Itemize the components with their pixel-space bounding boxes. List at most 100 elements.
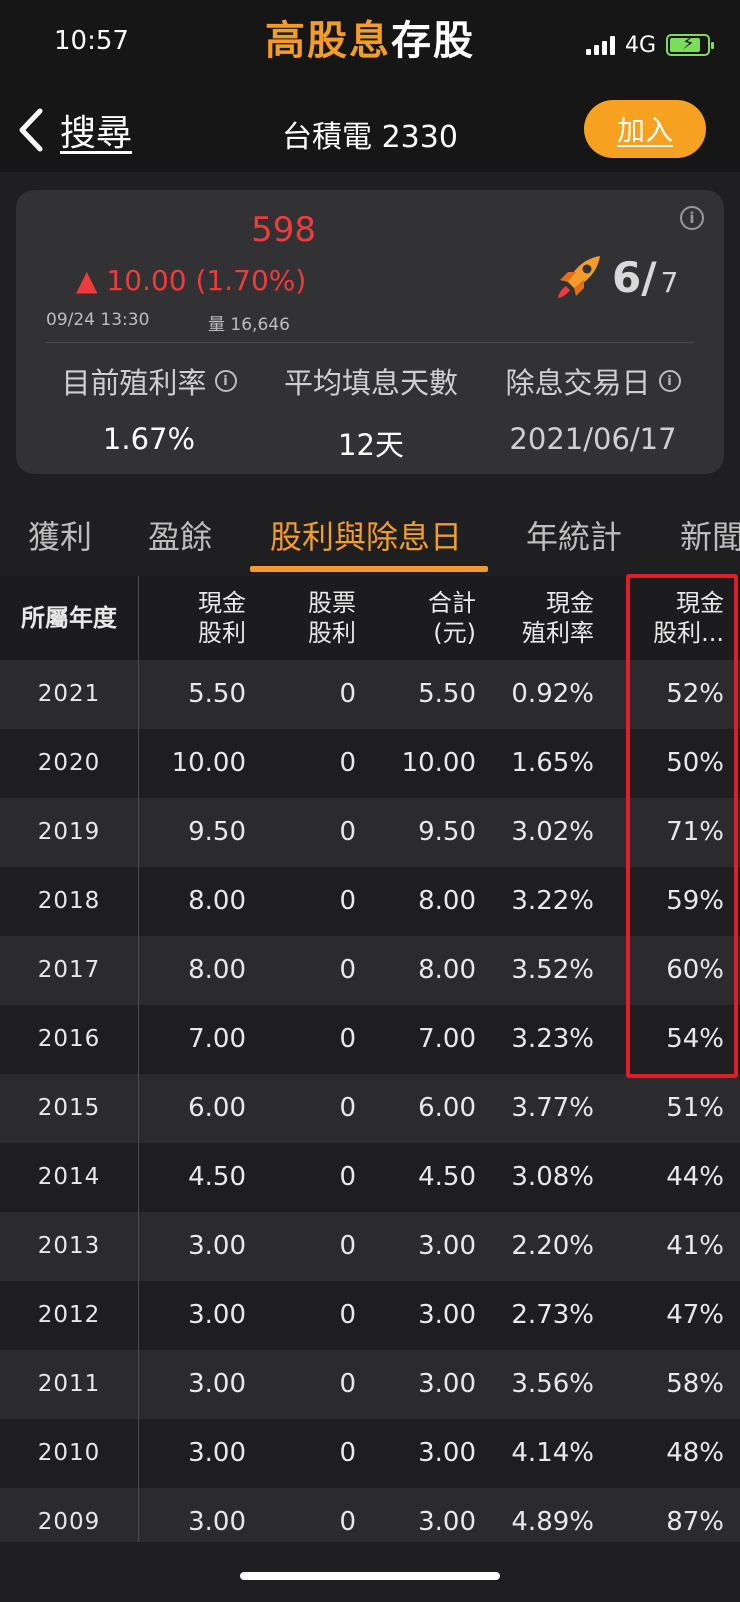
cell-total: 4.50 (418, 1162, 476, 1192)
cell-cash-dividend: 8.00 (188, 955, 246, 985)
score-total: 7 (660, 265, 679, 299)
cell-stock-dividend: 0 (339, 1231, 356, 1261)
nav-bar: 搜尋 台積電 2330 加入 (0, 92, 740, 172)
cell-stock-dividend: 0 (339, 1024, 356, 1054)
table-row[interactable]: 2020 10.00 0 10.00 1.65% 50% (0, 729, 740, 798)
cell-stock-dividend: 0 (339, 748, 356, 778)
table-row[interactable]: 2015 6.00 0 6.00 3.77% 51% (0, 1074, 740, 1143)
cell-year: 2010 (37, 1440, 101, 1466)
cell-year: 2020 (37, 750, 101, 776)
table-row[interactable]: 2016 7.00 0 7.00 3.23% 54% (0, 1005, 740, 1074)
cell-year: 2021 (37, 681, 101, 707)
cell-year: 2017 (37, 957, 101, 983)
info-icon[interactable]: i (658, 370, 681, 392)
tab-dividends[interactable]: 股利與除息日 (270, 512, 462, 558)
trade-volume: 量 16,646 (208, 315, 290, 335)
column-divider (138, 576, 139, 1542)
status-indicators: 4G ⚡ (585, 30, 714, 60)
cell-stock-dividend: 0 (339, 679, 356, 709)
table-row[interactable]: 2014 4.50 0 4.50 3.08% 44% (0, 1143, 740, 1212)
header-stock-dividend[interactable]: 股票 股利 (308, 576, 356, 660)
add-button[interactable]: 加入 (584, 100, 706, 158)
cell-stock-dividend: 0 (339, 1162, 356, 1192)
cell-stock-dividend: 0 (339, 1438, 356, 1468)
cell-cash-dividend: 5.50 (188, 679, 246, 709)
table-row[interactable]: 2018 8.00 0 8.00 3.22% 59% (0, 867, 740, 936)
cell-cash-yield: 1.65% (511, 748, 594, 778)
table-row[interactable]: 2021 5.50 0 5.50 0.92% 52% (0, 660, 740, 729)
header-total[interactable]: 合計 (元) (428, 576, 476, 660)
info-icon[interactable]: i (214, 370, 237, 392)
cell-payout-ratio: 71% (666, 817, 724, 847)
metric-label: 除息交易日 (505, 366, 651, 400)
cell-cash-yield: 3.56% (511, 1369, 594, 1399)
quote-card: i 598 ▲ 10.00 (1.70%) 09/24 13:30 量 16,6… (16, 190, 724, 474)
table-row[interactable]: 2013 3.00 0 3.00 2.20% 41% (0, 1212, 740, 1281)
cell-cash-dividend: 3.00 (188, 1231, 246, 1261)
back-button[interactable]: 搜尋 (16, 102, 132, 158)
cell-stock-dividend: 0 (339, 1369, 356, 1399)
cell-cash-yield: 0.92% (511, 679, 594, 709)
cell-cash-yield: 3.08% (511, 1162, 594, 1192)
cell-stock-dividend: 0 (339, 817, 356, 847)
cell-total: 9.50 (418, 817, 476, 847)
rocket-icon (558, 256, 600, 298)
header-year[interactable]: 所屬年度 (0, 576, 138, 660)
cell-stock-dividend: 0 (339, 955, 356, 985)
cell-cash-yield: 3.22% (511, 886, 594, 916)
cell-cash-dividend: 3.00 (188, 1300, 246, 1330)
price-change: ▲ 10.00 (1.70%) (76, 264, 307, 297)
cell-cash-yield: 2.73% (511, 1300, 594, 1330)
screen: 10:57 高股息存股 4G ⚡ 搜尋 台積電 2330 加入 i 598 ▲ … (0, 0, 740, 1602)
active-tab-indicator (250, 566, 488, 572)
cell-cash-yield: 4.14% (511, 1438, 594, 1468)
cell-cash-dividend: 9.50 (188, 817, 246, 847)
metric-value: 1.67% (102, 422, 196, 456)
cell-total: 6.00 (418, 1093, 476, 1123)
cell-total: 10.00 (401, 748, 476, 778)
table-row[interactable]: 2019 9.50 0 9.50 3.02% 71% (0, 798, 740, 867)
card-divider (46, 342, 694, 343)
battery-icon: ⚡ (666, 33, 714, 56)
header-payout-ratio[interactable]: 現金 股利... (653, 576, 724, 660)
table-row[interactable]: 2012 3.00 0 3.00 2.73% 47% (0, 1281, 740, 1350)
table-row[interactable]: 2010 3.00 0 3.00 4.14% 48% (0, 1419, 740, 1488)
cell-payout-ratio: 52% (666, 679, 724, 709)
cell-year: 2012 (37, 1302, 101, 1328)
tab-news[interactable]: 新聞 (680, 512, 740, 558)
cell-total: 3.00 (418, 1231, 476, 1261)
table-body: 2021 5.50 0 5.50 0.92% 52% 2020 10.00 0 10.00 1.65… (0, 660, 740, 1557)
metric-value: 12天 (338, 428, 404, 462)
cell-total: 5.50 (418, 679, 476, 709)
tab-profit[interactable]: 獲利 (28, 512, 92, 558)
cell-stock-dividend: 0 (339, 1093, 356, 1123)
app-title-rest: 存股 (391, 18, 475, 64)
home-indicator[interactable] (240, 1572, 500, 1580)
chevron-left-icon (19, 108, 43, 152)
info-icon[interactable]: i (680, 206, 704, 230)
dividend-table: 所屬年度 現金 股利 股票 股利 合計 (元) 現金 殖利率 現金 股利... (0, 576, 740, 1557)
cell-cash-yield: 2.20% (511, 1231, 594, 1261)
cell-total: 3.00 (418, 1438, 476, 1468)
back-label: 搜尋 (60, 113, 133, 154)
cell-payout-ratio: 48% (666, 1438, 724, 1468)
cell-total: 7.00 (418, 1024, 476, 1054)
metric-label: 平均填息天數 (283, 366, 458, 400)
header-cash-yield[interactable]: 現金 殖利率 (522, 576, 594, 660)
table-row[interactable]: 2017 8.00 0 8.00 3.52% 60% (0, 936, 740, 1005)
metric-avg-fill-days: 平均填息天數 12天 (256, 360, 486, 464)
cell-year: 2019 (37, 819, 101, 845)
cell-year: 2011 (37, 1371, 101, 1397)
cell-payout-ratio: 50% (666, 748, 724, 778)
cell-total: 3.00 (418, 1369, 476, 1399)
tab-yearly-stats[interactable]: 年統計 (526, 512, 622, 558)
tab-earnings[interactable]: 盈餘 (148, 512, 212, 558)
stock-price: 598 (251, 210, 316, 250)
cell-cash-dividend: 7.00 (188, 1024, 246, 1054)
header-cash-dividend[interactable]: 現金 股利 (198, 576, 246, 660)
metric-ex-dividend-date: 除息交易日 i 2021/06/17 (478, 360, 708, 456)
cell-total: 3.00 (418, 1300, 476, 1330)
cell-cash-dividend: 3.00 (188, 1438, 246, 1468)
table-row[interactable]: 2011 3.00 0 3.00 3.56% 58% (0, 1350, 740, 1419)
cell-payout-ratio: 51% (666, 1093, 724, 1123)
